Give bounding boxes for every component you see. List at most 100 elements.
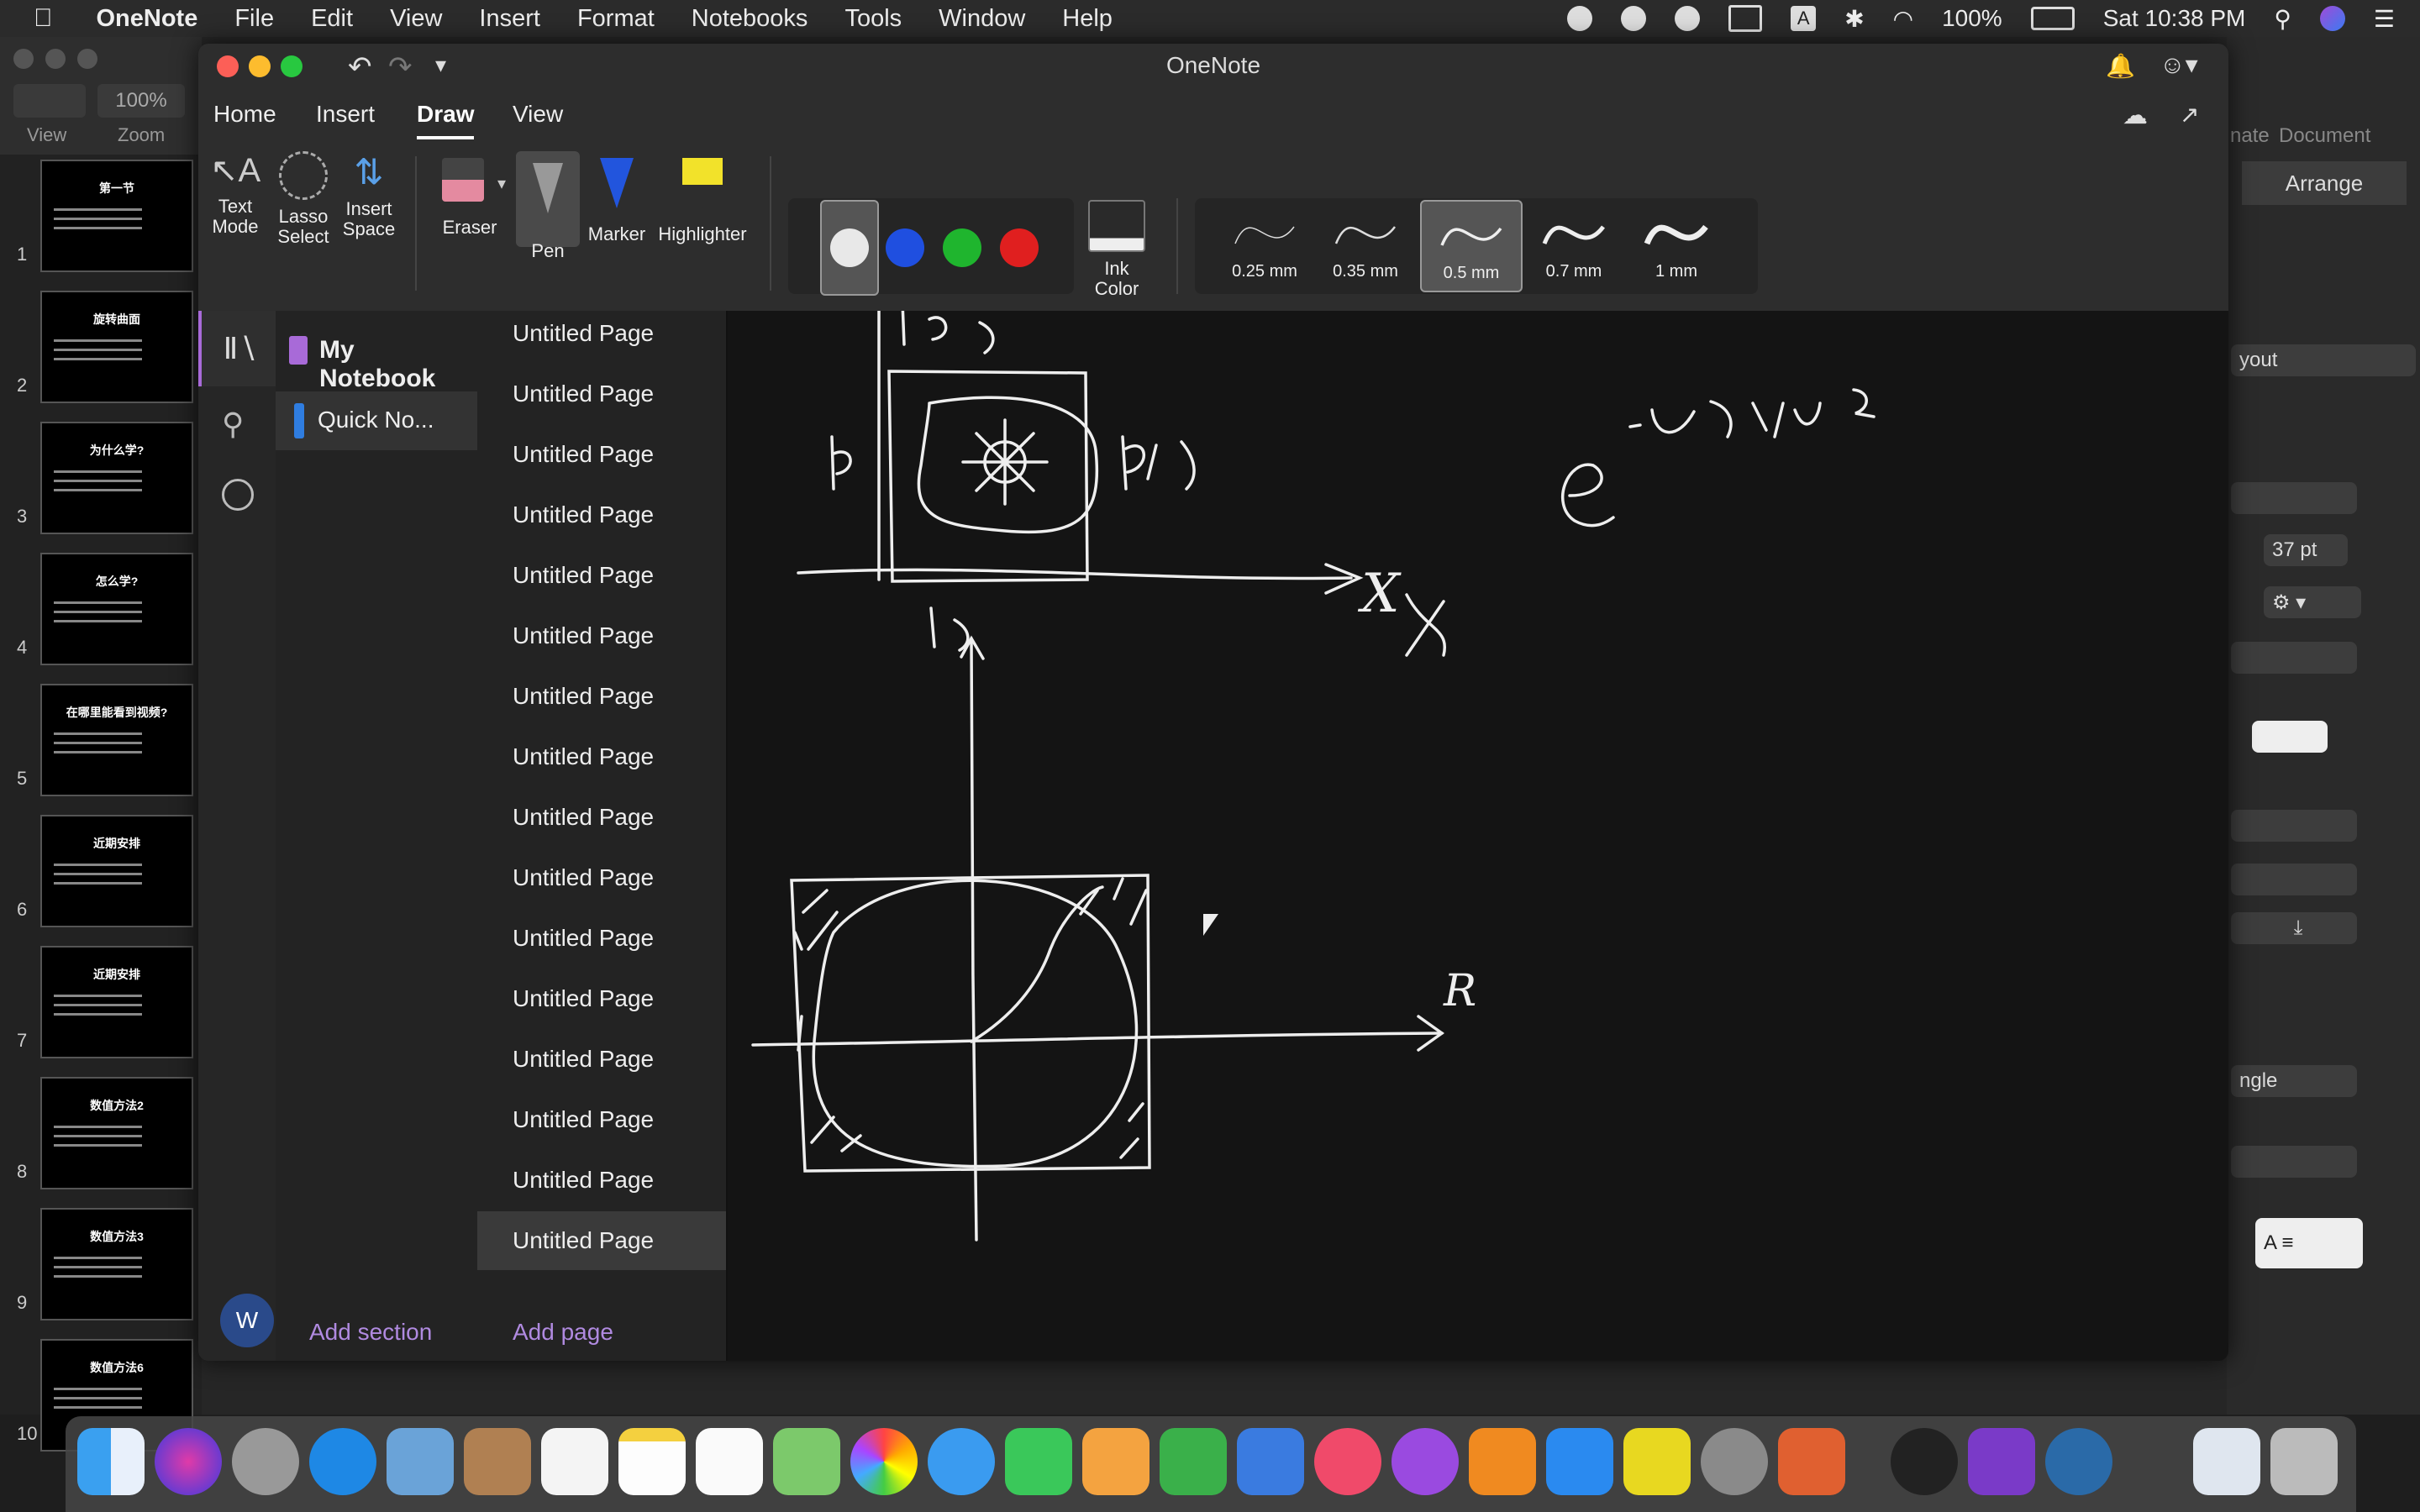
airplay-icon[interactable] xyxy=(1728,5,1763,32)
add-section-button[interactable]: Add section xyxy=(309,1319,432,1346)
slide-thumbnail[interactable]: 近期安排 xyxy=(40,946,193,1058)
menu-help[interactable]: Help xyxy=(1062,5,1113,33)
maps-icon[interactable] xyxy=(773,1428,840,1495)
text-mode-button[interactable]: ↖A Text Mode xyxy=(210,151,260,237)
wifi-icon[interactable]: ◠ xyxy=(1893,5,1913,33)
menu-edit[interactable]: Edit xyxy=(311,5,353,33)
avatar[interactable]: W xyxy=(220,1294,274,1347)
menubar-clock[interactable]: Sat 10:38 PM xyxy=(2103,5,2246,32)
shape-select[interactable]: ngle xyxy=(2231,1065,2357,1097)
notebooks-icon[interactable]: Ⅱ∖ xyxy=(198,311,279,386)
lasso-select-button[interactable]: Lasso Select xyxy=(274,151,333,247)
stroke-0-7mm[interactable]: 0.7 mm xyxy=(1524,200,1623,289)
tab-insert[interactable]: Insert xyxy=(316,101,375,128)
keynote-max-icon[interactable] xyxy=(77,49,97,69)
books-icon[interactable] xyxy=(1469,1428,1536,1495)
page-item[interactable]: Untitled Page xyxy=(477,304,726,363)
stroke-0-5mm[interactable]: 0.5 mm xyxy=(1420,200,1523,292)
tab-animate[interactable]: nate xyxy=(2230,124,2270,148)
document-icon[interactable] xyxy=(2193,1428,2260,1495)
apple-icon[interactable]:  xyxy=(34,4,53,33)
tab-document[interactable]: Document xyxy=(2279,124,2370,148)
slide-thumbnail[interactable]: 为什么学? xyxy=(40,422,193,534)
notification-icon[interactable] xyxy=(1621,6,1647,31)
finder-icon[interactable] xyxy=(77,1428,145,1495)
insert-space-button[interactable]: ⇅ Insert Space xyxy=(336,151,402,239)
trash-icon[interactable] xyxy=(2270,1428,2338,1495)
tex-icon[interactable] xyxy=(1701,1428,1768,1495)
share-icon[interactable]: ↗ xyxy=(2180,101,2199,129)
page-item[interactable]: Untitled Page xyxy=(477,546,726,605)
music-icon[interactable] xyxy=(1314,1428,1381,1495)
matlab-icon[interactable] xyxy=(1778,1428,1845,1495)
onenote-icon[interactable] xyxy=(1968,1428,2035,1495)
page-item[interactable]: Untitled Page xyxy=(477,1090,726,1149)
page-item[interactable]: Untitled Page xyxy=(477,606,726,665)
page-item[interactable]: Untitled Page xyxy=(477,788,726,847)
slide-thumbnail[interactable]: 近期安排 xyxy=(40,815,193,927)
battery-icon[interactable] xyxy=(2030,7,2075,30)
slide-thumbnail[interactable]: 数值方法2 xyxy=(40,1077,193,1189)
page-item[interactable]: Untitled Page xyxy=(477,486,726,544)
page-item[interactable]: Untitled Page xyxy=(477,1030,726,1089)
tab-view[interactable]: View xyxy=(513,101,563,128)
tab-home[interactable]: Home xyxy=(213,101,276,128)
music-player-icon[interactable] xyxy=(1623,1428,1691,1495)
notification-center-icon[interactable]: ☰ xyxy=(2374,5,2395,33)
marker-button[interactable]: Marker xyxy=(585,158,649,245)
input-source-icon[interactable]: A xyxy=(1791,6,1817,31)
view-button[interactable] xyxy=(13,84,86,118)
eraser-dropdown-icon[interactable]: ▾ xyxy=(497,173,506,194)
contacts-icon[interactable] xyxy=(464,1428,531,1495)
numbers-icon[interactable] xyxy=(1160,1428,1227,1495)
page-item[interactable]: Untitled Page xyxy=(477,667,726,726)
launchpad-icon[interactable] xyxy=(232,1428,299,1495)
qq-icon[interactable] xyxy=(1891,1428,1958,1495)
page-item[interactable]: Untitled Page xyxy=(477,727,726,786)
menu-format[interactable]: Format xyxy=(577,5,655,33)
panel-select-1[interactable] xyxy=(2231,482,2357,514)
menu-view[interactable]: View xyxy=(390,5,442,33)
keynote-icon[interactable] xyxy=(1237,1428,1304,1495)
record-icon[interactable] xyxy=(1567,6,1593,31)
page-item[interactable]: Untitled Page xyxy=(477,1151,726,1210)
quicktime-icon[interactable] xyxy=(2045,1428,2112,1495)
download-icon[interactable]: ⤓ xyxy=(2231,912,2357,944)
eraser-button[interactable]: Eraser xyxy=(434,158,506,239)
zoom-value[interactable]: 100% xyxy=(97,84,185,118)
feedback-smiley-icon[interactable]: ☺▾ xyxy=(2160,50,2198,80)
menu-tools[interactable]: Tools xyxy=(844,5,902,33)
pen-color-green[interactable] xyxy=(943,228,981,267)
page-item-selected[interactable]: Untitled Page xyxy=(477,1211,726,1270)
menu-app-name[interactable]: OneNote xyxy=(97,5,198,33)
page-item[interactable]: Untitled Page xyxy=(477,425,726,484)
tab-arrange[interactable]: Arrange xyxy=(2242,161,2407,205)
siri-icon[interactable] xyxy=(155,1428,222,1495)
slide-thumbnail[interactable]: 第一节 xyxy=(40,160,193,272)
slide-thumbnail[interactable]: 数值方法3 xyxy=(40,1208,193,1320)
recent-notes-icon[interactable] xyxy=(222,479,254,511)
photos-icon[interactable] xyxy=(850,1428,918,1495)
slide-thumbnail[interactable]: 旋转曲面 xyxy=(40,291,193,403)
notes-icon[interactable] xyxy=(618,1428,686,1495)
keynote-close-icon[interactable] xyxy=(13,49,34,69)
siri-icon[interactable] xyxy=(2319,6,2345,31)
stroke-0-35mm[interactable]: 0.35 mm xyxy=(1316,200,1415,289)
menu-file[interactable]: File xyxy=(234,5,274,33)
layout-button[interactable]: yout xyxy=(2231,344,2416,376)
section-item-quick-notes[interactable]: Quick No... xyxy=(276,391,477,450)
keynote-min-icon[interactable] xyxy=(45,49,66,69)
note-canvas[interactable]: X R e xyxy=(728,311,2228,1361)
messages-icon[interactable] xyxy=(928,1428,995,1495)
panel-select-2[interactable] xyxy=(2231,642,2357,674)
slide-thumbnail[interactable]: 在哪里能看到视频? xyxy=(40,684,193,796)
size-stepper[interactable]: 37 pt xyxy=(2264,534,2348,566)
pen-color-blue[interactable] xyxy=(886,228,924,267)
search-icon[interactable]: ⚲ xyxy=(222,407,244,442)
text-style-button[interactable]: A ≡ xyxy=(2255,1218,2363,1268)
add-page-button[interactable]: Add page xyxy=(513,1319,613,1346)
ink-drawing[interactable] xyxy=(728,311,2228,1361)
pen-button[interactable]: Pen xyxy=(516,151,580,261)
ink-color-button[interactable]: Ink Color xyxy=(1081,200,1153,299)
safari-icon[interactable] xyxy=(309,1428,376,1495)
